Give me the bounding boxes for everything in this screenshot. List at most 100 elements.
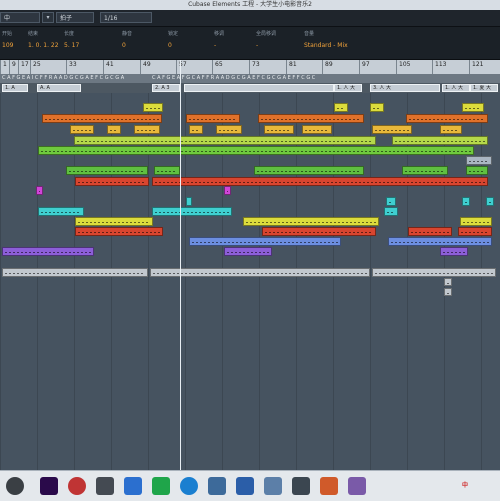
app-icon-7[interactable] xyxy=(320,477,338,495)
midi-part[interactable] xyxy=(392,136,488,145)
midi-part[interactable] xyxy=(486,197,494,206)
app-icon-2[interactable] xyxy=(124,477,142,495)
midi-part[interactable] xyxy=(334,103,348,112)
app-icon-4[interactable] xyxy=(208,477,226,495)
midi-part[interactable] xyxy=(224,247,272,256)
midi-part[interactable] xyxy=(262,227,376,236)
midi-part[interactable] xyxy=(38,146,474,155)
midi-part[interactable] xyxy=(66,166,148,175)
midi-part[interactable] xyxy=(264,125,294,134)
midi-part[interactable] xyxy=(372,125,412,134)
cubase-icon[interactable] xyxy=(292,477,310,495)
app-icon-8[interactable] xyxy=(348,477,366,495)
toolbar: 中 ▾ 拍子 1/16 xyxy=(0,10,500,27)
midi-part[interactable] xyxy=(186,114,240,123)
midi-part[interactable] xyxy=(462,103,484,112)
ime-indicator[interactable]: 中 xyxy=(462,471,468,501)
audio-event[interactable] xyxy=(444,278,452,286)
midi-part[interactable] xyxy=(143,103,163,112)
audio-event[interactable] xyxy=(150,268,370,277)
start-icon[interactable] xyxy=(6,477,24,495)
info-volume[interactable]: 音量 Standard - Mix xyxy=(304,30,348,49)
timeline-ruler[interactable]: 1 9 17 25 33 41 49 57 65 73 81 89 97 105… xyxy=(0,60,500,75)
midi-part[interactable] xyxy=(42,114,162,123)
bar-57: 57 xyxy=(176,60,187,74)
bar-33: 33 xyxy=(66,60,77,74)
midi-part[interactable] xyxy=(466,156,492,165)
midi-part[interactable] xyxy=(70,125,94,134)
midi-part[interactable] xyxy=(189,125,203,134)
midi-part[interactable] xyxy=(75,177,149,186)
marker-6[interactable]: 1. 人 大 xyxy=(442,84,470,92)
midi-part[interactable] xyxy=(408,227,452,236)
quantize-dropdown[interactable]: 1/16 xyxy=(100,12,152,23)
edge-icon[interactable] xyxy=(180,477,198,495)
midi-part[interactable] xyxy=(74,136,376,145)
midi-part[interactable] xyxy=(2,247,94,256)
info-end[interactable]: 结束 1. 0. 1. 22 xyxy=(28,30,59,49)
marker-bar[interactable] xyxy=(184,84,334,92)
midi-part[interactable] xyxy=(75,217,153,226)
mode-dropdown[interactable]: 中 xyxy=(0,12,40,23)
info-global-transpose[interactable]: 全局移调 - xyxy=(256,30,276,49)
premiere-icon[interactable] xyxy=(40,477,58,495)
marker-1[interactable]: 1. A xyxy=(2,84,28,92)
midi-part[interactable] xyxy=(36,186,43,195)
bar-41: 41 xyxy=(103,60,114,74)
app-icon-5[interactable] xyxy=(236,477,254,495)
midi-part[interactable] xyxy=(254,166,364,175)
media-icon[interactable] xyxy=(68,477,86,495)
midi-part[interactable] xyxy=(406,114,488,123)
midi-part[interactable] xyxy=(440,125,462,134)
midi-part[interactable] xyxy=(154,166,180,175)
app-icon-3[interactable] xyxy=(152,477,170,495)
midi-part[interactable] xyxy=(75,227,163,236)
audio-event[interactable] xyxy=(2,268,148,277)
info-mute[interactable]: 静音 0 xyxy=(122,30,132,49)
midi-part[interactable] xyxy=(224,186,231,195)
midi-part[interactable] xyxy=(152,207,232,216)
marker-4[interactable]: 1. 人 大 xyxy=(334,84,362,92)
bar-9: 9 xyxy=(9,60,16,74)
midi-part[interactable] xyxy=(460,217,492,226)
app-icon-1[interactable] xyxy=(96,477,114,495)
project-window[interactable] xyxy=(0,93,500,470)
midi-part[interactable] xyxy=(243,217,379,226)
marker-5[interactable]: 3. 人 大 xyxy=(370,84,440,92)
midi-part[interactable] xyxy=(134,125,160,134)
bar-65: 65 xyxy=(212,60,223,74)
app-icon-6[interactable] xyxy=(264,477,282,495)
midi-part[interactable] xyxy=(384,207,398,216)
midi-part[interactable] xyxy=(466,166,488,175)
mode-dropdown-label: 中 xyxy=(4,15,11,22)
marker-7[interactable]: 1. 夏 大 xyxy=(470,84,498,92)
midi-part[interactable] xyxy=(370,103,384,112)
midi-part[interactable] xyxy=(388,237,492,246)
bar-73: 73 xyxy=(249,60,260,74)
info-lock[interactable]: 锁定 0 xyxy=(168,30,178,49)
midi-part[interactable] xyxy=(152,177,488,186)
audio-event[interactable] xyxy=(372,268,496,277)
midi-part[interactable] xyxy=(440,247,468,256)
midi-part[interactable] xyxy=(186,197,192,206)
marker-3[interactable]: 2. A 3 xyxy=(152,84,180,92)
grid-type-dropdown[interactable]: 拍子 xyxy=(56,12,94,23)
midi-part[interactable] xyxy=(386,197,396,206)
chord-track[interactable]: C A F G E A I C F F R A A D G C G A E F … xyxy=(0,74,500,83)
midi-part[interactable] xyxy=(107,125,121,134)
marker-2[interactable]: A. A xyxy=(37,84,81,92)
midi-part[interactable] xyxy=(189,237,341,246)
info-start[interactable]: 开始 109 xyxy=(2,30,13,49)
info-length[interactable]: 长度 5. 17 xyxy=(64,30,79,49)
project-cursor[interactable] xyxy=(180,60,181,470)
midi-part[interactable] xyxy=(302,125,332,134)
midi-part[interactable] xyxy=(462,197,470,206)
midi-part[interactable] xyxy=(216,125,242,134)
midi-part[interactable] xyxy=(258,114,364,123)
midi-part[interactable] xyxy=(402,166,448,175)
snap-button[interactable]: ▾ xyxy=(42,12,54,23)
midi-part[interactable] xyxy=(38,207,84,216)
midi-part[interactable] xyxy=(458,227,492,236)
audio-event[interactable] xyxy=(444,288,452,296)
info-transpose[interactable]: 移调 - xyxy=(214,30,224,49)
